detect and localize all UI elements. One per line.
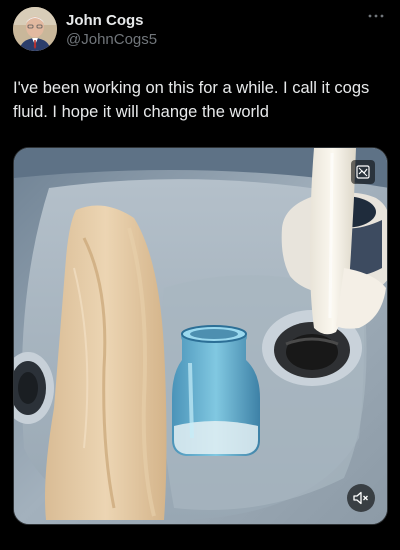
handle[interactable]: @JohnCogs5 xyxy=(66,30,157,50)
volume-muted-icon[interactable] xyxy=(347,484,375,512)
avatar[interactable] xyxy=(13,7,57,51)
tweet-text: I've been working on this for a while. I… xyxy=(13,79,370,121)
tweet-header: John Cogs @JohnCogs5 xyxy=(13,7,390,53)
gif-icon[interactable] xyxy=(351,160,375,184)
author-names: John Cogs @JohnCogs5 xyxy=(66,12,157,50)
media-video[interactable] xyxy=(13,147,388,525)
sink-scene-image xyxy=(14,148,387,524)
avatar-photo xyxy=(13,7,57,51)
tweet-post: John Cogs @JohnCogs5 I've been working o… xyxy=(0,0,400,550)
display-name[interactable]: John Cogs xyxy=(66,12,157,30)
more-horizontal-icon[interactable] xyxy=(366,9,386,25)
